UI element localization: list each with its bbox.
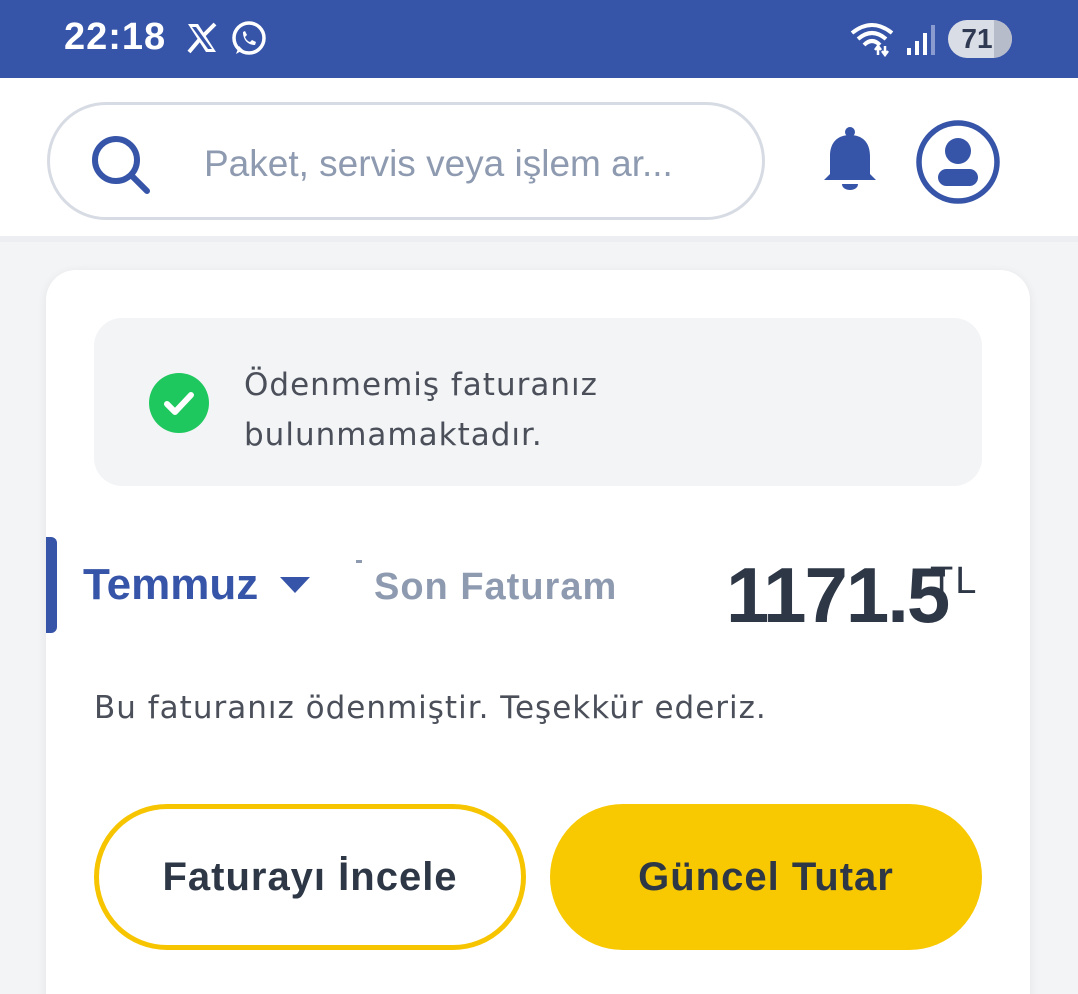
wifi-icon [850, 23, 894, 57]
signal-icon [907, 25, 935, 55]
status-bar: 22:18 71 [0, 0, 1078, 78]
status-right: 71 [850, 20, 1012, 58]
app-header: Paket, servis veya işlem ar... [0, 78, 1078, 242]
battery-indicator: 71 [948, 20, 1012, 58]
bell-icon[interactable] [820, 126, 880, 194]
month-accent-bar [46, 537, 57, 633]
caret-down-icon [280, 577, 311, 593]
status-app-icons [184, 20, 268, 58]
check-circle-icon [149, 373, 209, 433]
month-label: Temmuz [83, 560, 259, 609]
currency-label: TL [930, 560, 979, 602]
current-amount-button[interactable]: Güncel Tutar [550, 804, 982, 950]
review-bill-button[interactable]: Faturayı İncele [94, 804, 526, 950]
bill-label: Son Faturam [374, 566, 618, 608]
bill-card: Ödenmemiş faturanız bulunmamaktadır. Tem… [46, 270, 1030, 994]
divider-mark [356, 560, 362, 563]
paid-message: Bu faturanız ödenmiştir. Teşekkür ederiz… [94, 690, 767, 726]
status-time: 22:18 [64, 16, 167, 58]
unpaid-bill-notice: Ödenmemiş faturanız bulunmamaktadır. [94, 318, 982, 486]
search-placeholder: Paket, servis veya işlem ar... [204, 143, 673, 184]
profile-icon[interactable] [914, 118, 1002, 206]
search-icon [92, 136, 150, 194]
battery-level: 71 [961, 23, 993, 54]
bill-amount: 1171.5 [726, 551, 950, 639]
search-input[interactable]: Paket, servis veya işlem ar... [47, 102, 765, 220]
whatsapp-icon [232, 21, 266, 55]
month-selector[interactable]: Temmuz [83, 560, 312, 610]
notice-text: Ödenmemiş faturanız bulunmamaktadır. [244, 367, 598, 453]
x-icon [187, 22, 217, 54]
